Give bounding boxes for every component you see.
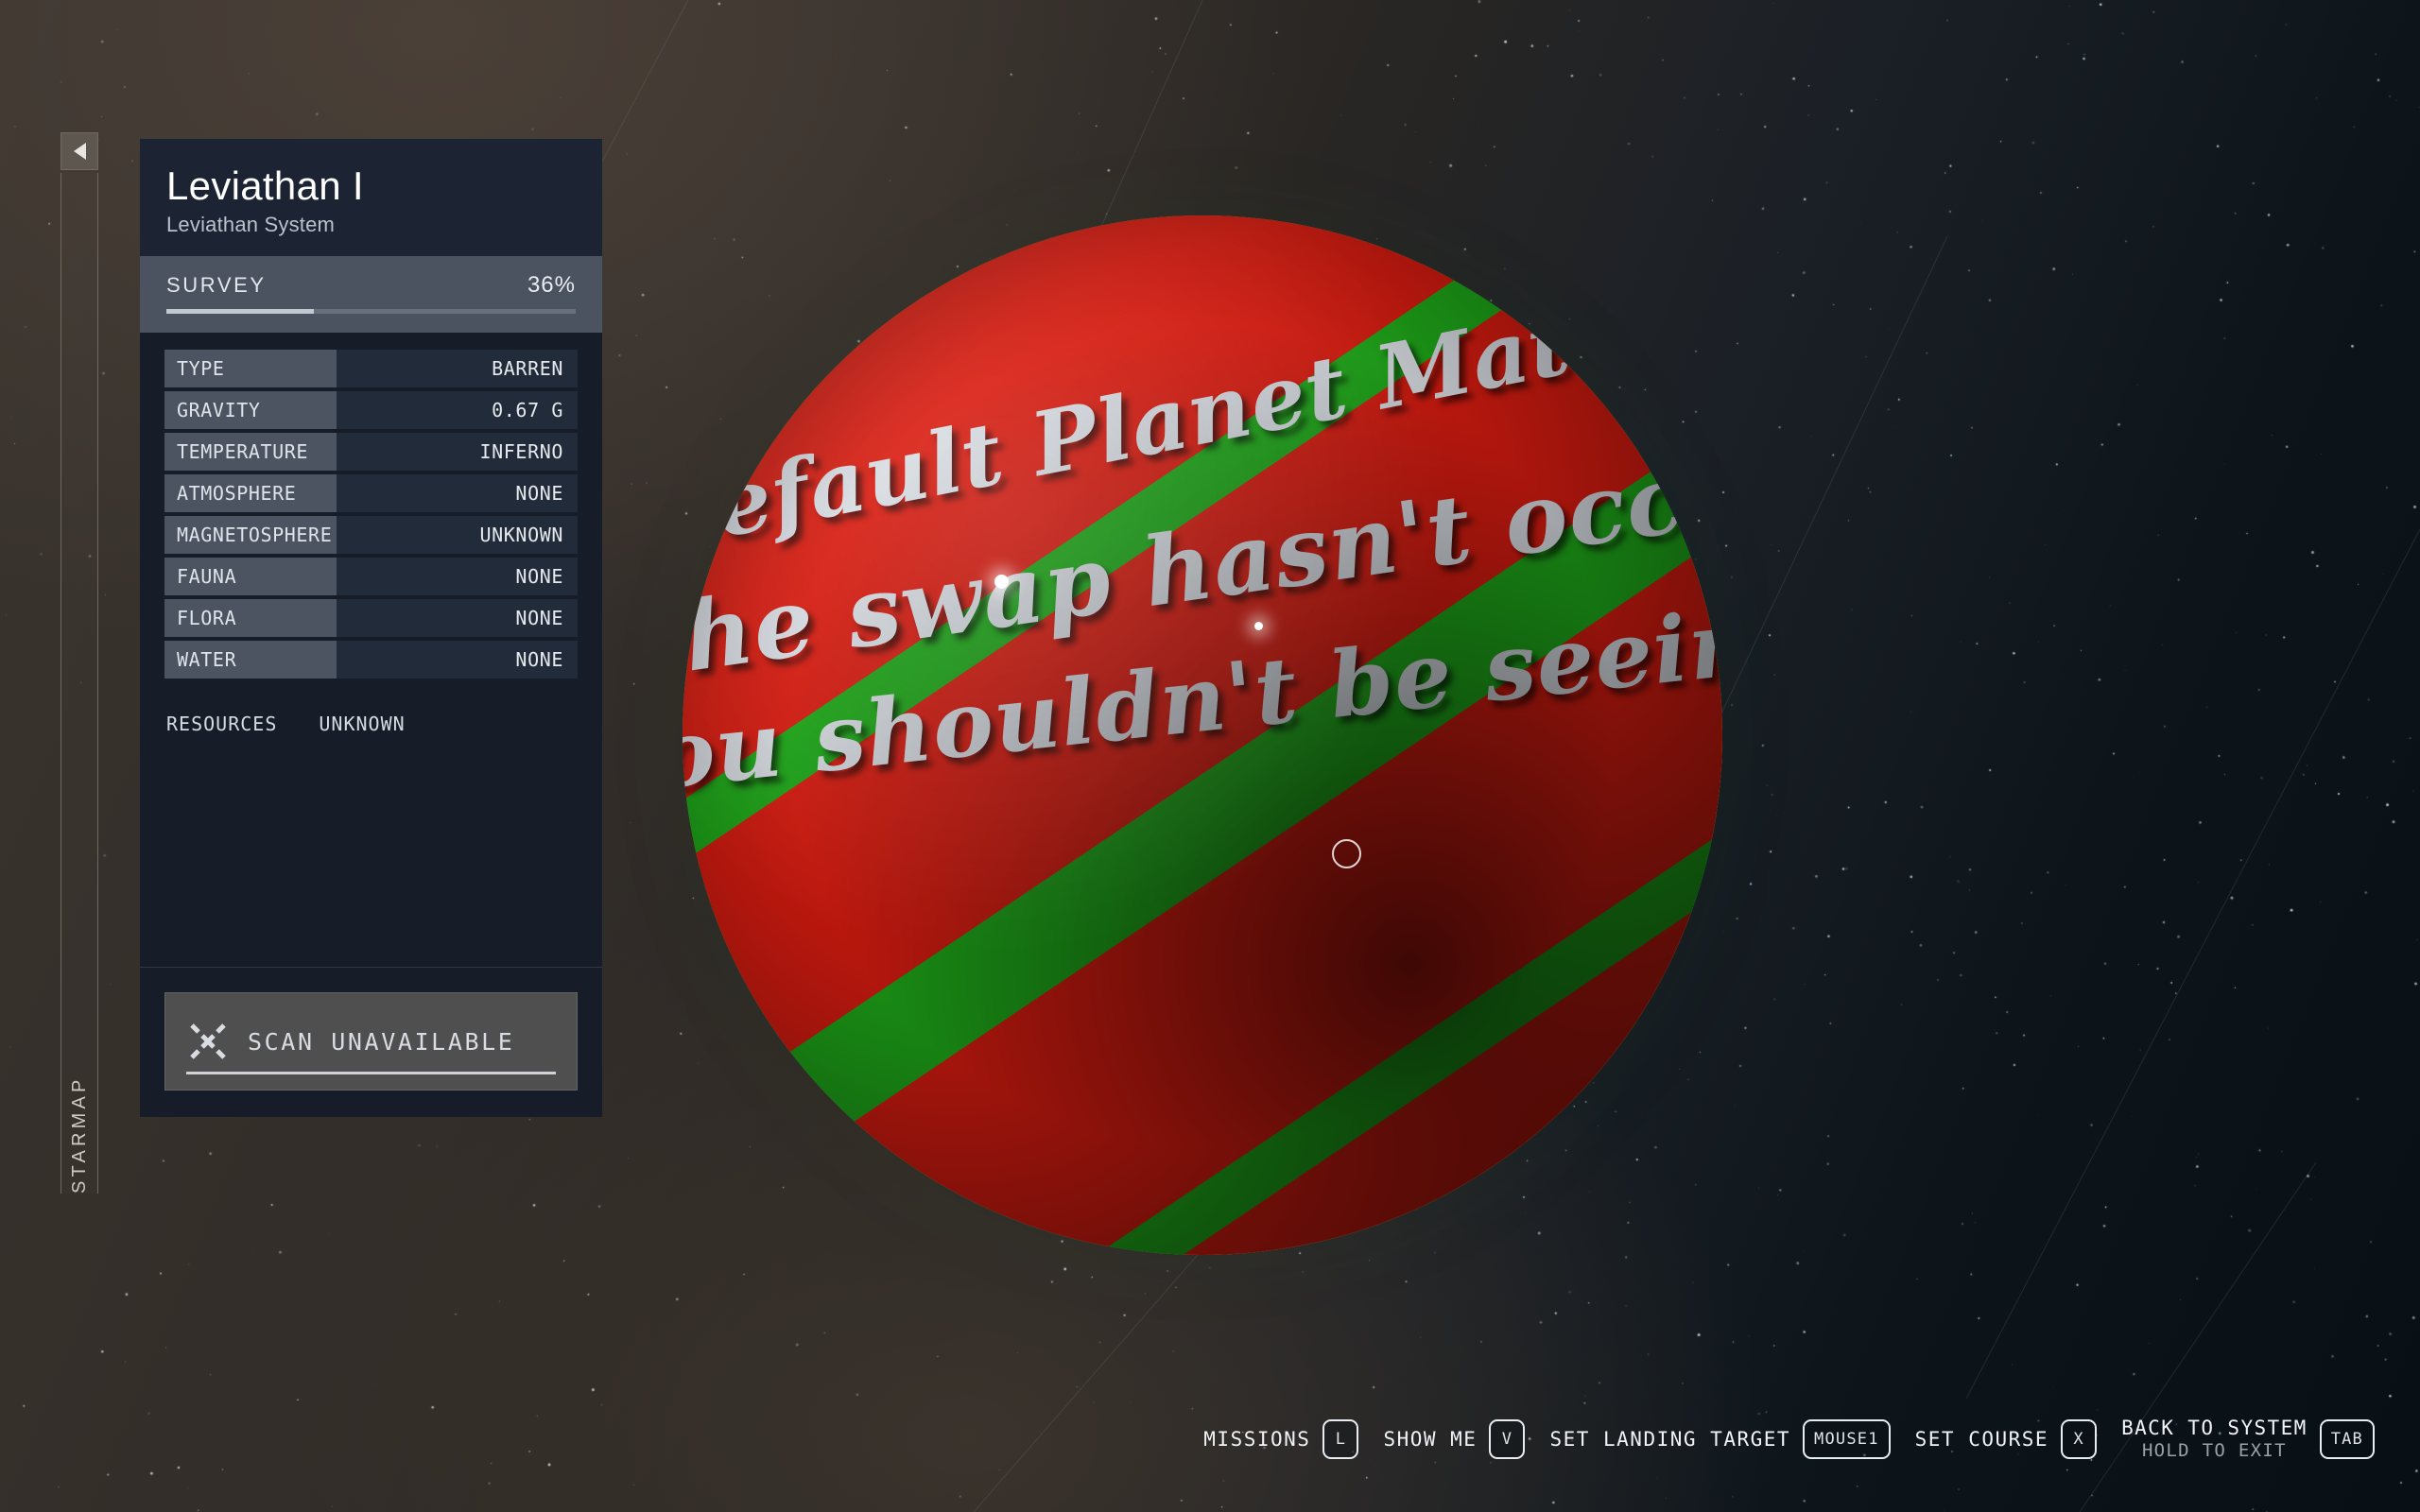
panel-body: TYPE BARREN GRAVITY 0.67 G TEMPERATURE INFERN… <box>140 333 602 1117</box>
table-row: WATER NONE <box>164 641 578 679</box>
hotkey-label-primary: BACK TO SYSTEM <box>2121 1417 2308 1439</box>
resources-row: RESOURCES UNKNOWN <box>140 682 602 735</box>
stat-value: NONE <box>337 558 578 595</box>
hotkey-label: SHOW ME <box>1383 1428 1478 1451</box>
page-title: Leviathan I <box>166 163 364 208</box>
starmap-side-tab[interactable]: STARMAP <box>60 132 98 1194</box>
table-row: GRAVITY 0.67 G <box>164 391 578 429</box>
stat-key: GRAVITY <box>164 391 337 429</box>
hotkey-key-cap[interactable]: MOUSE1 <box>1803 1419 1891 1459</box>
triangle-left-icon <box>73 143 86 160</box>
resources-label: RESOURCES <box>166 713 278 735</box>
specular-highlight <box>1254 622 1263 630</box>
survey-progress-fill <box>166 309 314 314</box>
stat-key: WATER <box>164 641 337 679</box>
table-row: TYPE BARREN <box>164 350 578 387</box>
stat-value: NONE <box>337 641 578 679</box>
hotkey-item-back-to-system[interactable]: BACK TO SYSTEM HOLD TO EXIT TAB <box>2121 1416 2375 1463</box>
starmap-rail[interactable]: STARMAP <box>60 173 98 1194</box>
hotkey-key-cap[interactable]: TAB <box>2319 1419 2375 1459</box>
planet-body[interactable]: Default Planet Material The swap hasn't … <box>683 215 1722 1255</box>
stat-key: FLORA <box>164 599 337 637</box>
resources-value: UNKNOWN <box>319 713 406 735</box>
stat-key: ATMOSPHERE <box>164 474 337 512</box>
hotkey-item[interactable]: SET COURSE X <box>1914 1419 2098 1459</box>
survey-percent: 36% <box>527 272 576 298</box>
hotkey-key-cap[interactable]: L <box>1322 1419 1359 1459</box>
stat-key: TYPE <box>164 350 337 387</box>
scan-button-underline <box>186 1072 556 1074</box>
panel-header: Leviathan I Leviathan System <box>140 139 602 256</box>
stat-value: UNKNOWN <box>337 516 578 554</box>
hotkey-bar: MISSIONS L SHOW ME V SET LANDING TARGET MOUSE… <box>1203 1416 2375 1463</box>
hotkey-label-stack: BACK TO SYSTEM HOLD TO EXIT <box>2121 1416 2308 1463</box>
stat-key: FAUNA <box>164 558 337 595</box>
circle-reticle-icon <box>1332 839 1361 868</box>
planet-info-panel: Leviathan I Leviathan System SURVEY 36% … <box>140 139 602 1117</box>
survey-progress-track <box>166 309 576 314</box>
starfield-planet-view: Default Planet Material The swap hasn't … <box>0 0 2420 1512</box>
table-row: TEMPERATURE INFERNO <box>164 433 578 471</box>
scan-button[interactable]: SCAN UNAVAILABLE <box>164 992 578 1091</box>
hotkey-item[interactable]: SET LANDING TARGET MOUSE1 <box>1549 1419 1891 1459</box>
stat-value: NONE <box>337 599 578 637</box>
panel-spacer <box>140 735 602 967</box>
collapse-panel-button[interactable] <box>60 132 98 170</box>
survey-label: SURVEY <box>166 273 267 297</box>
stat-value: 0.67 G <box>337 391 578 429</box>
hotkey-label: SET COURSE <box>1914 1428 2049 1451</box>
hotkey-label: MISSIONS <box>1203 1428 1311 1451</box>
stat-value: BARREN <box>337 350 578 387</box>
stat-value: NONE <box>337 474 578 512</box>
table-row: FAUNA NONE <box>164 558 578 595</box>
scan-button-label: SCAN UNAVAILABLE <box>248 1027 515 1056</box>
stat-value: INFERNO <box>337 433 578 471</box>
table-row: MAGNETOSPHERE UNKNOWN <box>164 516 578 554</box>
table-row: ATMOSPHERE NONE <box>164 474 578 512</box>
table-row: FLORA NONE <box>164 599 578 637</box>
crossed-out-scan-icon <box>190 1023 226 1059</box>
stat-key: MAGNETOSPHERE <box>164 516 337 554</box>
hotkey-key-cap[interactable]: V <box>1489 1419 1526 1459</box>
planet-stats-table: TYPE BARREN GRAVITY 0.67 G TEMPERATURE INFERN… <box>140 350 602 679</box>
specular-highlight <box>994 575 1009 589</box>
starmap-tab-label: STARMAP <box>68 1075 90 1194</box>
panel-footer: SCAN UNAVAILABLE <box>140 967 602 1117</box>
hotkey-label: SET LANDING TARGET <box>1549 1428 1791 1451</box>
hotkey-item[interactable]: SHOW ME V <box>1383 1419 1526 1459</box>
planet-highlight <box>683 215 1722 1255</box>
stat-key: TEMPERATURE <box>164 433 337 471</box>
system-subtitle: Leviathan System <box>166 213 336 236</box>
hotkey-item[interactable]: MISSIONS L <box>1203 1419 1359 1459</box>
survey-section: SURVEY 36% <box>140 256 602 333</box>
hotkey-label-secondary: HOLD TO EXIT <box>2141 1440 2287 1462</box>
hotkey-key-cap[interactable]: X <box>2061 1419 2098 1459</box>
